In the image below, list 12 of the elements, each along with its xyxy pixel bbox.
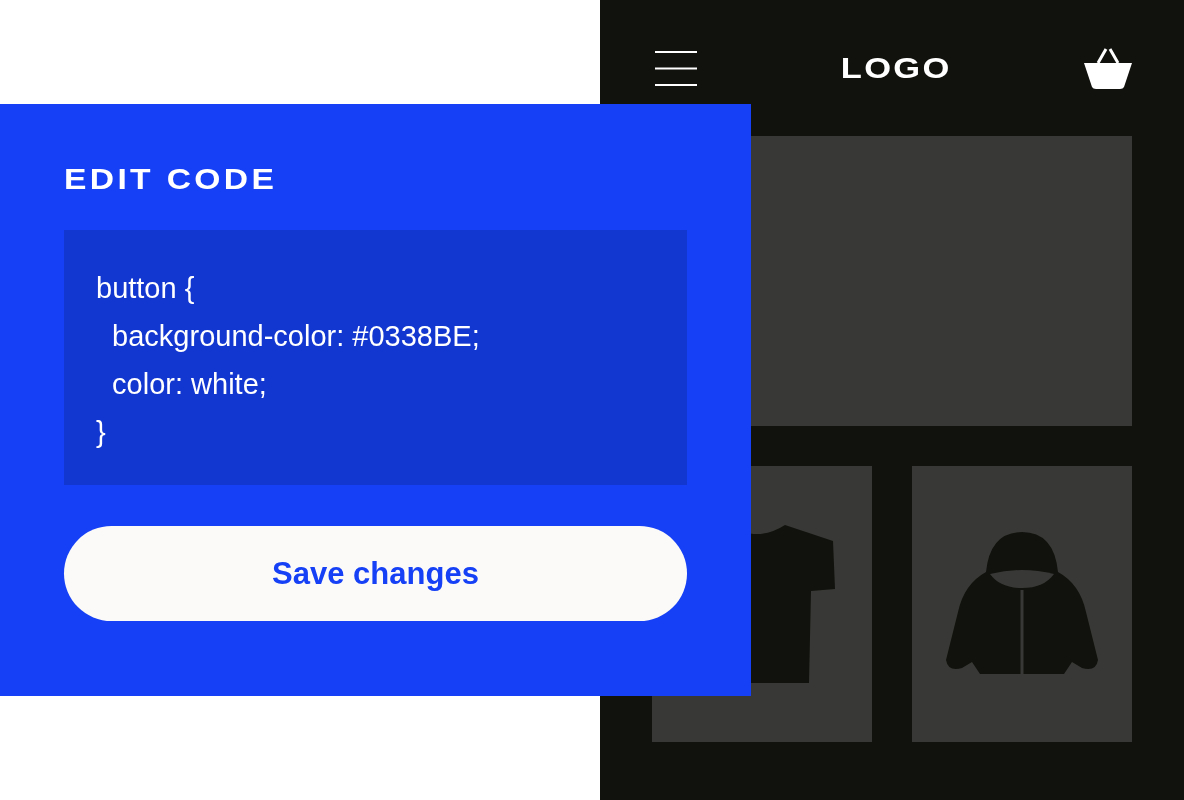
logo: LOGO (841, 51, 952, 85)
t-shirt-icon (750, 525, 835, 683)
code-line: } (96, 415, 106, 450)
panel-title: EDIT CODE (64, 162, 278, 196)
menu-icon[interactable] (655, 50, 697, 86)
code-line: color: white; (111, 367, 267, 402)
save-button[interactable]: Save changes (64, 526, 687, 621)
code-line: background-color: #0338BE; (111, 319, 480, 354)
basket-icon[interactable] (1084, 47, 1132, 89)
code-line: button { (96, 271, 195, 306)
code-field[interactable]: button { background-color: #0338BE; color: white; } (64, 230, 687, 485)
hoodie-icon (944, 532, 1100, 676)
